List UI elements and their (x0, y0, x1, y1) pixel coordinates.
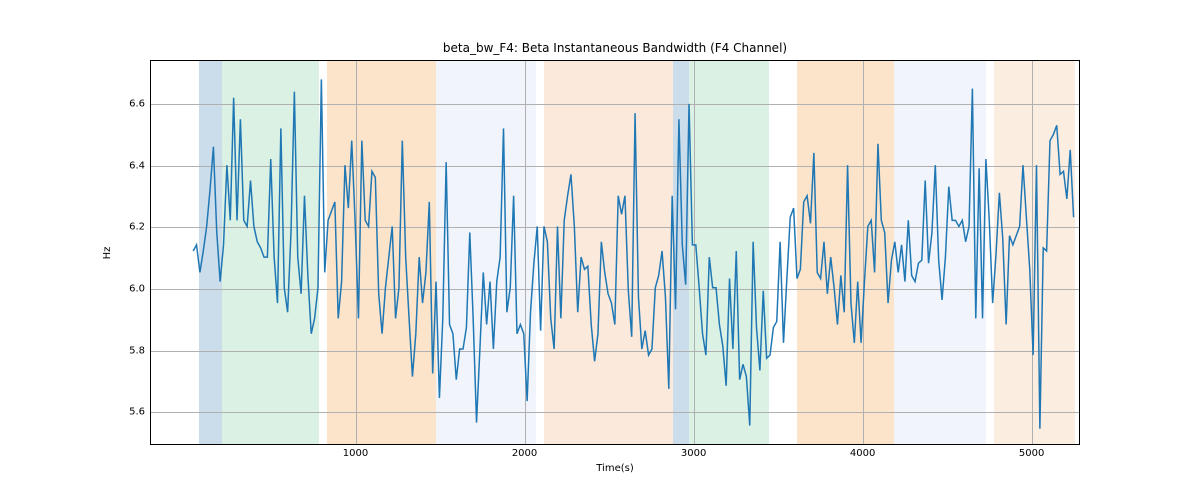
chart-axes: beta_bw_F4: Beta Instantaneous Bandwidth… (150, 60, 1080, 445)
chart-title: beta_bw_F4: Beta Instantaneous Bandwidth… (151, 41, 1079, 55)
y-tick-label: 5.8 (129, 345, 151, 356)
x-tick-label: 5000 (1019, 444, 1044, 459)
y-axis-label: Hz (102, 246, 113, 259)
y-tick-label: 6.6 (129, 99, 151, 110)
series-path (193, 79, 1073, 428)
x-tick-label: 2000 (512, 444, 537, 459)
x-tick-label: 1000 (343, 444, 368, 459)
figure: beta_bw_F4: Beta Instantaneous Bandwidth… (0, 0, 1200, 500)
y-tick-label: 6.2 (129, 222, 151, 233)
y-tick-label: 6.4 (129, 160, 151, 171)
y-tick-label: 6.0 (129, 283, 151, 294)
line-series (151, 61, 1079, 444)
x-tick-label: 3000 (681, 444, 706, 459)
y-tick-label: 5.6 (129, 407, 151, 418)
plot-area (151, 61, 1079, 444)
x-axis-label: Time(s) (151, 463, 1079, 474)
x-tick-label: 4000 (850, 444, 875, 459)
